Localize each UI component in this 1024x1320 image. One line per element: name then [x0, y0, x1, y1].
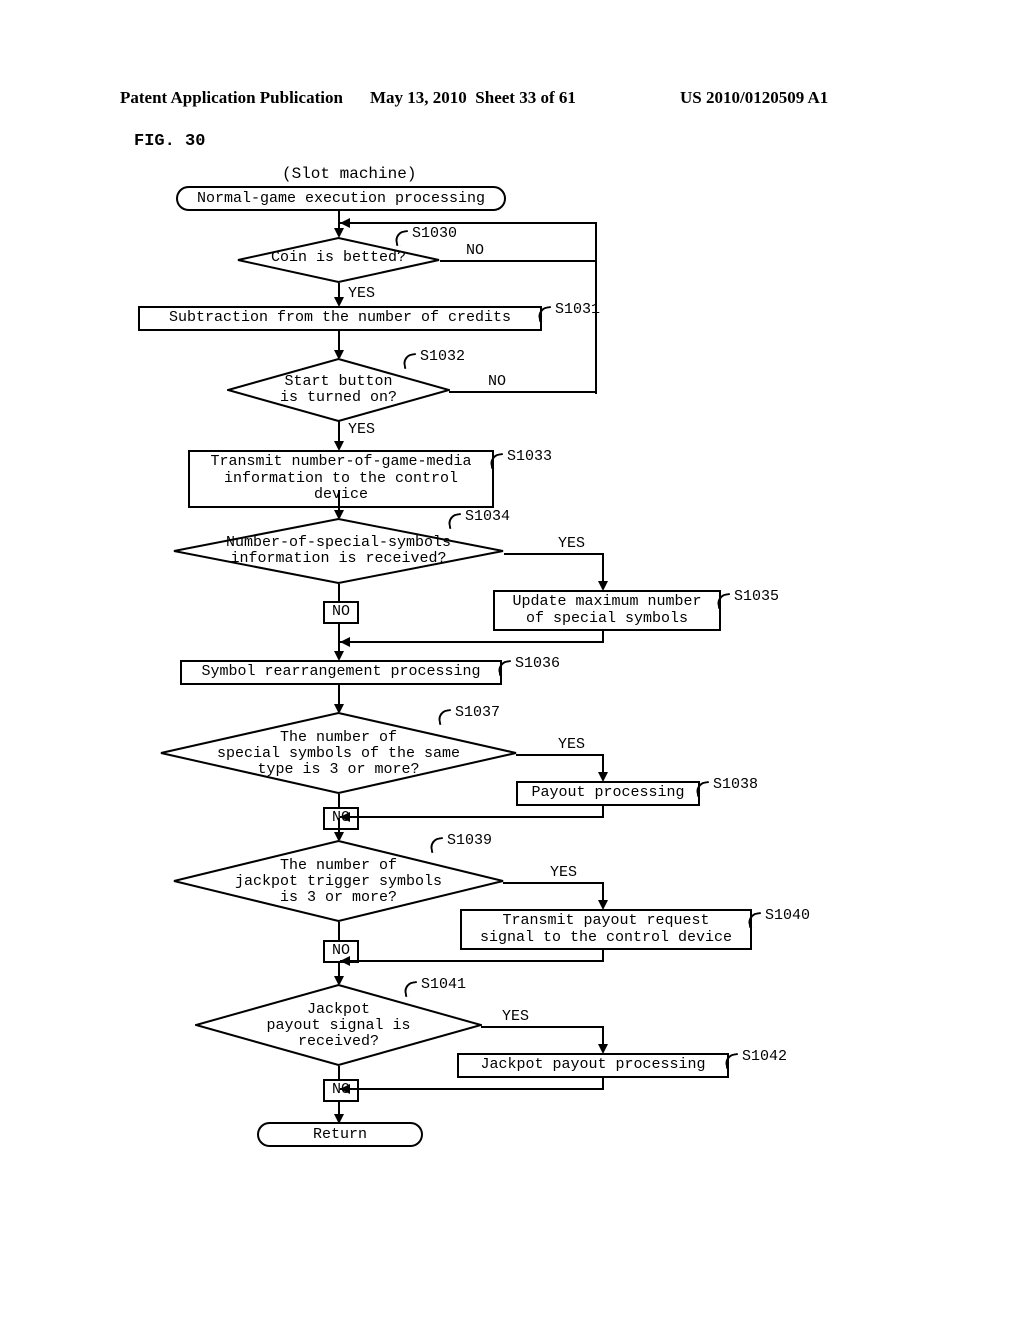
ref-s1038: S1038: [713, 776, 758, 793]
ref-s1033: S1033: [507, 448, 552, 465]
connector: [340, 816, 604, 818]
connector: [338, 490, 340, 512]
connector: [340, 1088, 604, 1090]
connector: [340, 960, 604, 962]
publication-label: Patent Application Publication: [120, 88, 343, 108]
ref-s1031: S1031: [555, 301, 600, 318]
ref-s1039: S1039: [447, 832, 492, 849]
process-symbol-rearrange: Symbol rearrangement processing: [180, 660, 502, 685]
connector: [504, 553, 604, 555]
ref-s1042: S1042: [742, 1048, 787, 1065]
connector: [340, 641, 604, 643]
connector: [602, 630, 604, 641]
process-update-max-symbols: Update maximum number of special symbols: [493, 590, 721, 631]
no-label: NO: [488, 373, 506, 390]
connector: [516, 754, 604, 756]
ref-curve-icon: [447, 513, 463, 529]
return-terminator: Return: [257, 1122, 423, 1147]
decision-jackpot-trigger-3: The number of jackpot trigger symbols is…: [173, 840, 504, 922]
ref-s1041: S1041: [421, 976, 466, 993]
ref-s1034: S1034: [465, 508, 510, 525]
yes-label: YES: [558, 535, 585, 552]
ref-s1040: S1040: [765, 907, 810, 924]
process-jackpot-payout: Jackpot payout processing: [457, 1053, 729, 1078]
yes-label: YES: [348, 421, 375, 438]
ref-s1036: S1036: [515, 655, 560, 672]
process-transmit-game-media: Transmit number-of-game-media informatio…: [188, 450, 494, 508]
ref-curve-icon: [394, 230, 410, 246]
connector: [602, 949, 604, 960]
no-label: NO: [466, 242, 484, 259]
connector: [340, 222, 595, 224]
connector: [481, 1026, 604, 1028]
slot-machine-caption: (Slot machine): [282, 165, 416, 183]
connector: [440, 260, 597, 262]
ref-s1035: S1035: [734, 588, 779, 605]
connector: [602, 882, 604, 902]
process-payout: Payout processing: [516, 781, 700, 806]
page: Patent Application Publication May 13, 2…: [0, 0, 1024, 1320]
yes-label: YES: [502, 1008, 529, 1025]
connector: [602, 754, 604, 774]
ref-s1030: S1030: [412, 225, 457, 242]
yes-label: YES: [348, 285, 375, 302]
arrowhead-icon: [340, 1084, 350, 1094]
connector: [449, 391, 597, 393]
no-label-box: NO: [323, 601, 359, 624]
connector: [602, 1077, 604, 1088]
connector: [602, 553, 604, 583]
figure-label: FIG. 30: [134, 132, 205, 151]
ref-curve-icon: [402, 353, 418, 369]
ref-s1037: S1037: [455, 704, 500, 721]
ref-s1032: S1032: [420, 348, 465, 365]
yes-label: YES: [550, 864, 577, 881]
connector: [602, 1026, 604, 1046]
connector: [338, 684, 340, 706]
connector: [338, 330, 340, 352]
yes-label: YES: [558, 736, 585, 753]
decision-jackpot-payout-received: Jackpot payout signal is received?: [195, 984, 482, 1066]
date-sheet: May 13, 2010 Sheet 33 of 61: [370, 88, 576, 108]
start-terminator: Normal-game execution processing: [176, 186, 506, 211]
doc-number: US 2010/0120509 A1: [680, 88, 828, 108]
arrowhead-icon: [340, 956, 350, 966]
process-subtract-credits: Subtraction from the number of credits: [138, 306, 542, 331]
connector: [602, 805, 604, 816]
decision-coin-betted: Coin is betted?: [237, 237, 440, 283]
decision-special-symbols-3: The number of special symbols of the sam…: [160, 712, 517, 794]
arrowhead-icon: [340, 812, 350, 822]
process-transmit-payout-request: Transmit payout request signal to the co…: [460, 909, 752, 950]
arrowhead-icon: [340, 218, 350, 228]
decision-start-button: Start button is turned on?: [227, 358, 450, 422]
connector: [338, 421, 340, 443]
connector: [503, 882, 604, 884]
arrowhead-icon: [340, 637, 350, 647]
